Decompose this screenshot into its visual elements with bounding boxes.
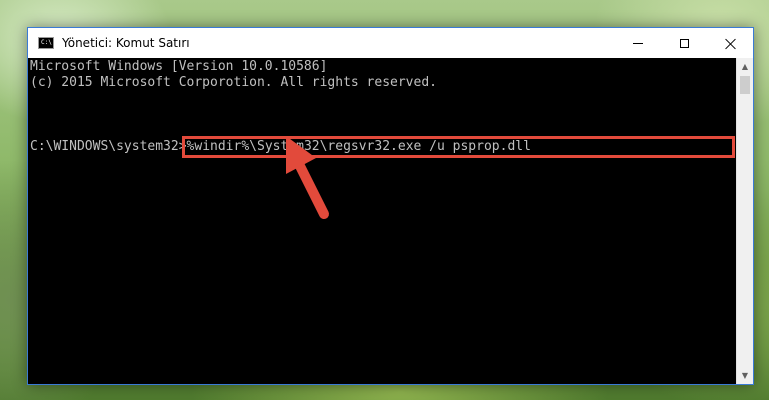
- close-icon: [725, 38, 736, 49]
- minimize-button[interactable]: [615, 28, 661, 58]
- console-output[interactable]: Microsoft Windows [Version 10.0.10586] (…: [28, 58, 737, 384]
- title-bar[interactable]: C:\ Yönetici: Komut Satırı: [28, 28, 753, 58]
- close-button[interactable]: [707, 28, 753, 58]
- maximize-icon: [679, 38, 689, 48]
- scroll-down-button[interactable]: ▼: [737, 367, 753, 384]
- red-arrow-icon: [286, 136, 329, 219]
- maximize-button[interactable]: [661, 28, 707, 58]
- chevron-up-icon: ▲: [741, 62, 749, 71]
- scroll-up-button[interactable]: ▲: [737, 58, 753, 75]
- scroll-thumb[interactable]: [740, 76, 750, 94]
- window-title: Yönetici: Komut Satırı: [62, 36, 190, 50]
- cmd-icon: C:\: [38, 37, 54, 49]
- vertical-scrollbar[interactable]: ▲ ▼: [736, 58, 753, 384]
- console-line-copyright: (c) 2015 Microsoft Corporotion. All righ…: [30, 75, 437, 90]
- command-prompt-window: C:\ Yönetici: Komut Satırı Microsoft Win…: [27, 27, 754, 385]
- console-prompt: C:\WINDOWS\system32>: [30, 139, 187, 154]
- chevron-down-icon: ▼: [741, 371, 749, 380]
- minimize-icon: [633, 42, 643, 44]
- console-line-version: Microsoft Windows [Version 10.0.10586]: [30, 59, 328, 74]
- window-controls: [615, 28, 753, 58]
- command-highlight-box: [182, 136, 735, 158]
